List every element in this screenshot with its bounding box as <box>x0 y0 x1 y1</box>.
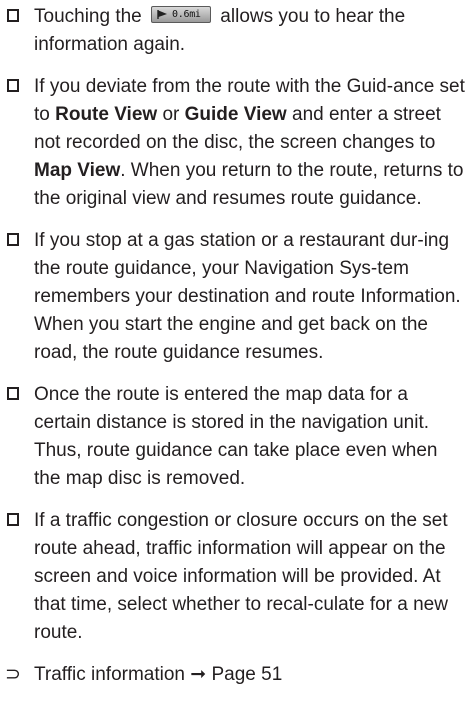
arrow-bullet-icon: ⊃ <box>5 664 21 685</box>
distance-label: 0.6mi <box>172 9 201 20</box>
flag-icon <box>157 10 168 19</box>
note-text: or <box>157 104 185 125</box>
reference-item: ⊃ Traffic information ➞ Page 51 <box>4 661 468 689</box>
note-item-repeat: Touching the 0.6mi allows you to hear th… <box>4 3 468 59</box>
note-text: If you stop at a gas station or a restau… <box>34 230 461 363</box>
checkbox-icon <box>7 233 19 246</box>
note-item-stop: If you stop at a gas station or a restau… <box>4 227 468 367</box>
checkbox-icon <box>7 79 19 92</box>
note-item-map-data: Once the route is entered the map data f… <box>4 381 468 493</box>
distance-button-chip: 0.6mi <box>151 6 212 23</box>
manual-page: Touching the 0.6mi allows you to hear th… <box>0 0 472 725</box>
note-item-traffic: If a traffic congestion or closure occur… <box>4 507 468 647</box>
note-text: If a traffic congestion or closure occur… <box>34 510 448 643</box>
note-text-before: Touching the <box>34 6 148 27</box>
map-view-term: Map View <box>34 160 121 181</box>
route-view-term: Route View <box>55 104 158 125</box>
checkbox-icon <box>7 9 19 22</box>
checkbox-icon <box>7 387 19 400</box>
note-item-deviate: If you deviate from the route with the G… <box>4 73 468 213</box>
checkbox-icon <box>7 513 19 526</box>
note-text: Once the route is entered the map data f… <box>34 384 438 489</box>
guide-view-term: Guide View <box>184 104 287 125</box>
reference-link[interactable]: Traffic information ➞ Page 51 <box>34 664 282 685</box>
